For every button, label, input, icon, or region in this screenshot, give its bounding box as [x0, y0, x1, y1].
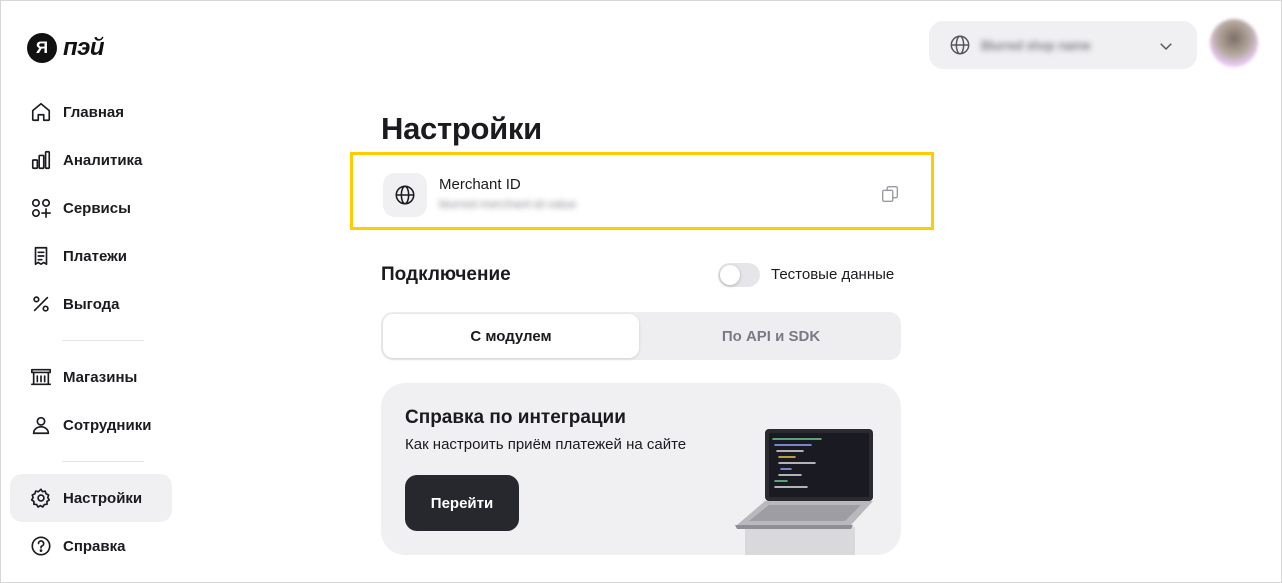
account-selector[interactable]: Blurred shop name [929, 21, 1197, 69]
sidebar-item-help[interactable]: Справка [10, 522, 172, 570]
sidebar-item-label: Сотрудники [63, 416, 152, 434]
sidebar-item-stores[interactable]: Магазины [10, 353, 172, 401]
people-icon [30, 414, 52, 436]
account-name: Blurred shop name [981, 37, 1091, 53]
sidebar-item-label: Магазины [63, 368, 138, 386]
test-data-toggle[interactable] [718, 263, 760, 287]
sidebar-item-benefit[interactable]: Выгода [10, 280, 172, 328]
sidebar-item-label: Аналитика [63, 151, 143, 169]
globe-icon [950, 35, 970, 55]
sidebar-item-label: Настройки [63, 489, 143, 507]
receipt-icon [30, 245, 52, 267]
sidebar-nav: Главная Аналитика Сервисы Платежи Выгода… [10, 88, 172, 570]
merchant-id-value: blurred-merchant-id-value [439, 197, 577, 211]
sidebar-item-payments[interactable]: Платежи [10, 232, 172, 280]
toggle-knob [720, 265, 740, 285]
connection-tabs: С модулем По API и SDK [381, 312, 901, 360]
logo[interactable]: Я пэй [27, 33, 105, 63]
logo-mark: Я [27, 33, 57, 63]
divider [62, 340, 144, 341]
logo-text: пэй [63, 34, 105, 61]
sidebar-item-label: Сервисы [63, 199, 131, 217]
divider [62, 461, 144, 462]
test-data-label: Тестовые данные [771, 266, 895, 283]
copy-icon[interactable] [879, 183, 901, 205]
home-icon [30, 101, 52, 123]
laptop-illustration [735, 429, 873, 555]
bar-chart-icon [30, 149, 52, 171]
help-card-subtitle: Как настроить приём платежей на сайте [405, 436, 687, 453]
percent-icon [30, 293, 52, 315]
connection-title: Подключение [381, 264, 511, 285]
sidebar-item-employees[interactable]: Сотрудники [10, 401, 172, 449]
chevron-down-icon [1160, 43, 1172, 51]
sidebar-item-label: Платежи [63, 247, 127, 265]
integration-help-card: Справка по интеграции Как настроить приё… [381, 383, 901, 555]
sidebar-item-label: Главная [63, 103, 125, 121]
store-icon [30, 366, 52, 388]
tab-with-module[interactable]: С модулем [383, 314, 639, 358]
services-icon [30, 197, 52, 219]
go-button[interactable]: Перейти [405, 475, 519, 531]
merchant-id-label: Merchant ID [439, 176, 521, 193]
help-icon [30, 535, 52, 557]
tab-api-sdk[interactable]: По API и SDK [643, 314, 899, 358]
avatar[interactable] [1210, 19, 1258, 67]
gear-icon [30, 487, 52, 509]
sidebar-item-label: Справка [63, 537, 126, 555]
sidebar-item-services[interactable]: Сервисы [10, 184, 172, 232]
sidebar-item-settings[interactable]: Настройки [10, 474, 172, 522]
merchant-id-card: Merchant ID blurred-merchant-id-value [350, 152, 934, 230]
sidebar-item-analytics[interactable]: Аналитика [10, 136, 172, 184]
globe-icon [383, 173, 427, 217]
page-title: Настройки [381, 111, 542, 146]
help-card-title: Справка по интеграции [405, 407, 626, 428]
sidebar-item-label: Выгода [63, 295, 120, 313]
sidebar-item-home[interactable]: Главная [10, 88, 172, 136]
